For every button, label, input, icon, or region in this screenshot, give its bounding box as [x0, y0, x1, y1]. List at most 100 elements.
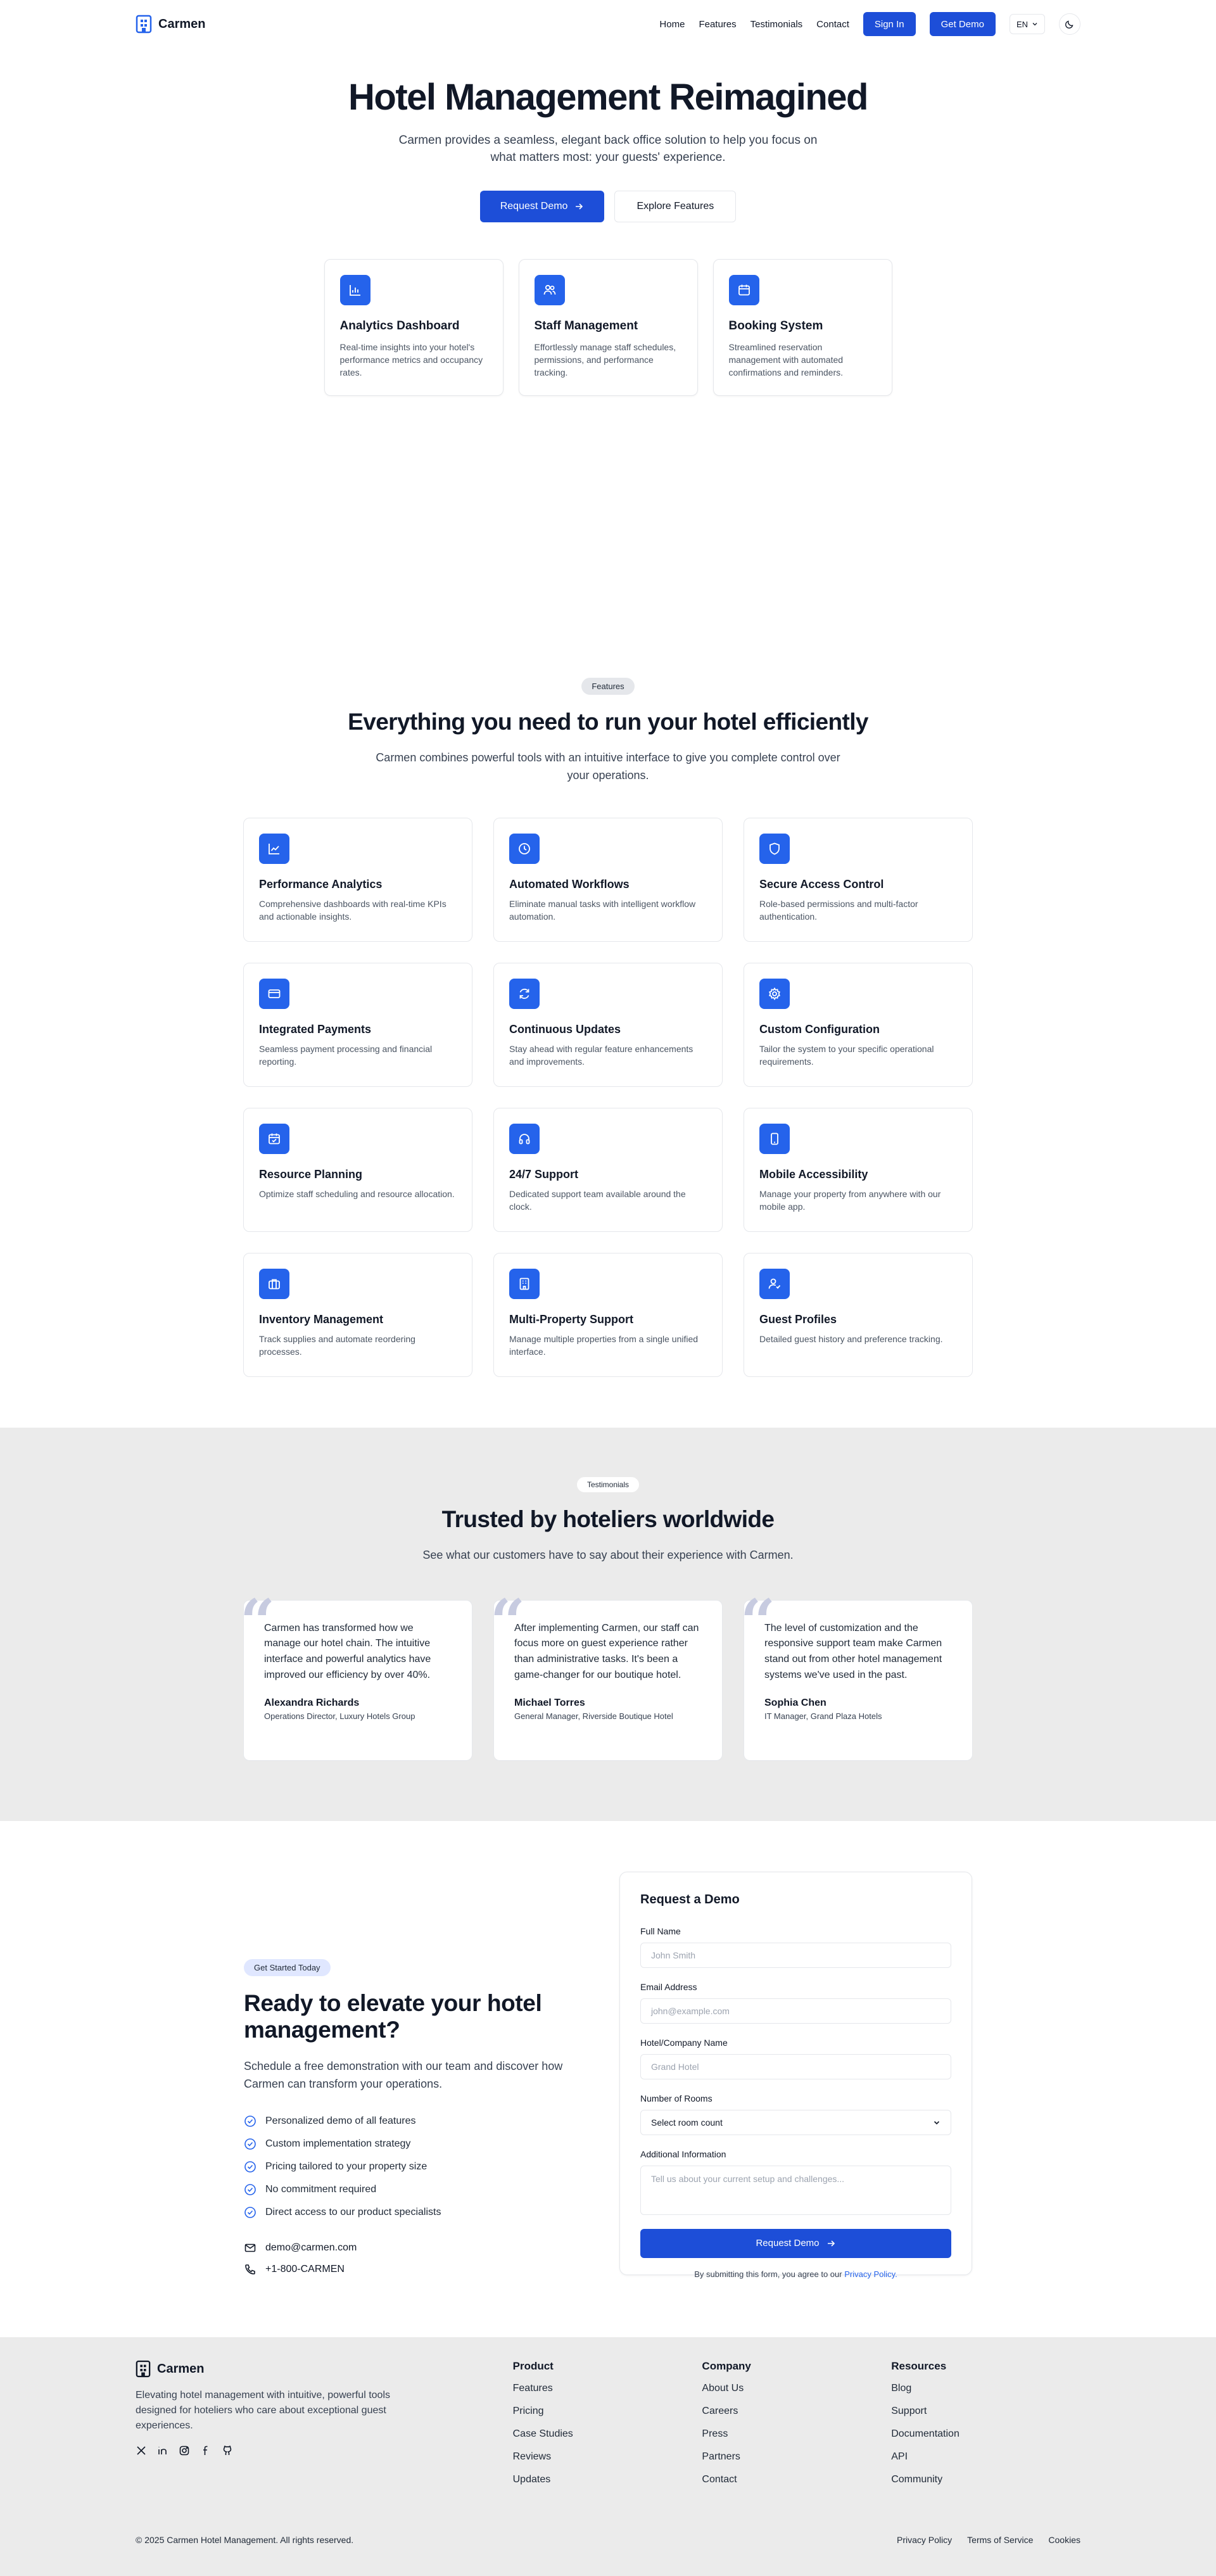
feature-title: Secure Access Control	[759, 877, 884, 891]
arrow-right-icon	[574, 201, 584, 212]
footer-link[interactable]: Case Studies	[513, 2428, 702, 2451]
linkedin-icon[interactable]	[157, 2445, 168, 2456]
phone-icon	[244, 2263, 256, 2276]
rooms-select[interactable]: Select room count	[640, 2109, 951, 2135]
consent-text: By submitting this form, you agree to ou…	[694, 2269, 842, 2279]
feature-desc: Eliminate manual tasks with intelligent …	[509, 898, 696, 922]
contact-email[interactable]: demo@carmen.com	[244, 2242, 598, 2254]
brand-logo[interactable]: Carmen	[136, 15, 205, 34]
form-consent-note: By submitting this form, you agree to ou…	[640, 2269, 951, 2279]
footer-link[interactable]: Features	[513, 2383, 702, 2406]
feature-card: 24/7 Support Dedicated support team avai…	[493, 1107, 723, 1232]
arrow-right-icon	[826, 2238, 836, 2249]
check-circle-icon	[244, 2115, 256, 2128]
chevron-down-icon	[933, 2119, 940, 2126]
language-selector[interactable]: EN	[1009, 14, 1045, 34]
footer-link[interactable]: Support	[891, 2406, 1080, 2428]
x-icon[interactable]	[136, 2445, 147, 2456]
terms-of-service-link[interactable]: Terms of Service	[967, 2535, 1033, 2545]
sign-in-button[interactable]: Sign In	[863, 12, 916, 36]
nav-testimonials[interactable]: Testimonials	[750, 19, 803, 30]
benefit-item: Direct access to our product specialists	[244, 2201, 598, 2224]
copyright-text: © 2025 Carmen Hotel Management. All righ…	[136, 2535, 354, 2545]
hero-card-desc: Streamlined reservation management with …	[728, 341, 844, 378]
features-badge: Features	[581, 677, 635, 695]
feature-card: Performance Analytics Comprehensive dash…	[243, 817, 472, 942]
hero-actions: Request Demo Explore Features	[0, 190, 1216, 222]
full-name-field[interactable]: John Smith	[640, 1942, 951, 1968]
feature-desc: Stay ahead with regular feature enhancem…	[509, 1043, 694, 1067]
request-demo-button[interactable]: Request Demo	[479, 190, 605, 222]
testimonial-name: Alexandra Richards	[264, 1697, 360, 1708]
email-field[interactable]: john@example.com	[640, 1998, 951, 2024]
check-circle-icon	[244, 2160, 256, 2173]
footer-link[interactable]: Partners	[702, 2451, 891, 2474]
footer-link[interactable]: Community	[891, 2474, 1080, 2497]
feature-card: Continuous Updates Stay ahead with regul…	[493, 962, 723, 1087]
footer-link[interactable]: Updates	[513, 2474, 702, 2497]
social-links	[136, 2445, 513, 2456]
hero-card-staff: Staff Management Effortlessly manage sta…	[518, 258, 698, 396]
feature-desc: Dedicated support team available around …	[509, 1188, 686, 1212]
benefit-text: Personalized demo of all features	[265, 2115, 416, 2126]
footer-link[interactable]: Contact	[702, 2474, 891, 2497]
bar-chart-icon	[339, 274, 370, 305]
footer-link[interactable]: About Us	[702, 2383, 891, 2406]
feature-desc: Optimize staff scheduling and resource a…	[259, 1188, 455, 1199]
calendar-icon	[728, 274, 759, 305]
footer-link[interactable]: Pricing	[513, 2406, 702, 2428]
privacy-policy-link[interactable]: Privacy Policy	[897, 2535, 952, 2545]
get-demo-button[interactable]: Get Demo	[929, 12, 996, 36]
footer-link[interactable]: API	[891, 2451, 1080, 2474]
users-icon	[534, 274, 565, 305]
submit-demo-button[interactable]: Request Demo	[640, 2228, 951, 2258]
shield-icon	[759, 833, 790, 864]
feature-desc: Detailed guest history and preference tr…	[759, 1333, 943, 1344]
hotel-name-field[interactable]: Grand Hotel	[640, 2053, 951, 2079]
feature-card: Automated Workflows Eliminate manual tas…	[493, 817, 723, 942]
explore-features-button[interactable]: Explore Features	[614, 190, 737, 222]
benefit-item: Personalized demo of all features	[244, 2110, 598, 2133]
rooms-label: Number of Rooms	[640, 2093, 712, 2103]
testimonial-name: Michael Torres	[514, 1697, 585, 1708]
footer-link[interactable]: Documentation	[891, 2428, 1080, 2451]
footer-link[interactable]: Blog	[891, 2383, 1080, 2406]
feature-desc: Manage your property from anywhere with …	[759, 1188, 941, 1212]
footer-link[interactable]: Careers	[702, 2406, 891, 2428]
instagram-icon[interactable]	[179, 2445, 190, 2456]
contact-phone[interactable]: +1-800-CARMEN	[244, 2263, 598, 2276]
hero-card-analytics: Analytics Dashboard Real-time insights i…	[324, 258, 504, 396]
feature-title: Continuous Updates	[509, 1022, 621, 1036]
footer-brand: Carmen Elevating hotel management with i…	[136, 2360, 513, 2497]
nav-contact[interactable]: Contact	[816, 19, 849, 30]
facebook-icon[interactable]	[200, 2445, 212, 2456]
feature-title: 24/7 Support	[509, 1167, 579, 1181]
demo-subtitle: Schedule a free demonstration with our t…	[244, 2059, 563, 2090]
feature-title: Custom Configuration	[759, 1022, 880, 1036]
testimonial-card: “ The level of customization and the res…	[740, 1591, 973, 1761]
headphones-icon	[509, 1123, 540, 1154]
testimonial-quote: After implementing Carmen, our staff can…	[514, 1622, 699, 1680]
nav-features[interactable]: Features	[699, 19, 736, 30]
feature-desc: Tailor the system to your specific opera…	[759, 1043, 934, 1067]
footer-column-title: Company	[702, 2360, 751, 2372]
mail-icon	[244, 2242, 256, 2254]
benefit-text: Custom implementation strategy	[265, 2138, 411, 2149]
nav-home[interactable]: Home	[659, 19, 685, 30]
footer-logo[interactable]: Carmen	[136, 2360, 513, 2378]
feature-card: Custom Configuration Tailor the system t…	[744, 962, 973, 1087]
gear-icon	[759, 978, 790, 1009]
privacy-policy-link[interactable]: Privacy Policy.	[844, 2269, 897, 2279]
theme-toggle-button[interactable]	[1059, 13, 1080, 35]
footer-column-resources: Resources Blog Support Documentation API…	[891, 2360, 1080, 2497]
check-circle-icon	[244, 2183, 256, 2196]
footer-link[interactable]: Press	[702, 2428, 891, 2451]
github-icon[interactable]	[222, 2445, 233, 2456]
briefcase-icon	[259, 1268, 289, 1299]
footer-column-product: Product Features Pricing Case Studies Re…	[513, 2360, 702, 2497]
benefit-item: Pricing tailored to your property size	[244, 2155, 598, 2178]
additional-info-textarea[interactable]: Tell us about your current setup and cha…	[640, 2165, 951, 2215]
footer-link[interactable]: Reviews	[513, 2451, 702, 2474]
testimonials-subtitle: See what our customers have to say about…	[422, 1548, 794, 1561]
cookies-link[interactable]: Cookies	[1048, 2535, 1080, 2545]
